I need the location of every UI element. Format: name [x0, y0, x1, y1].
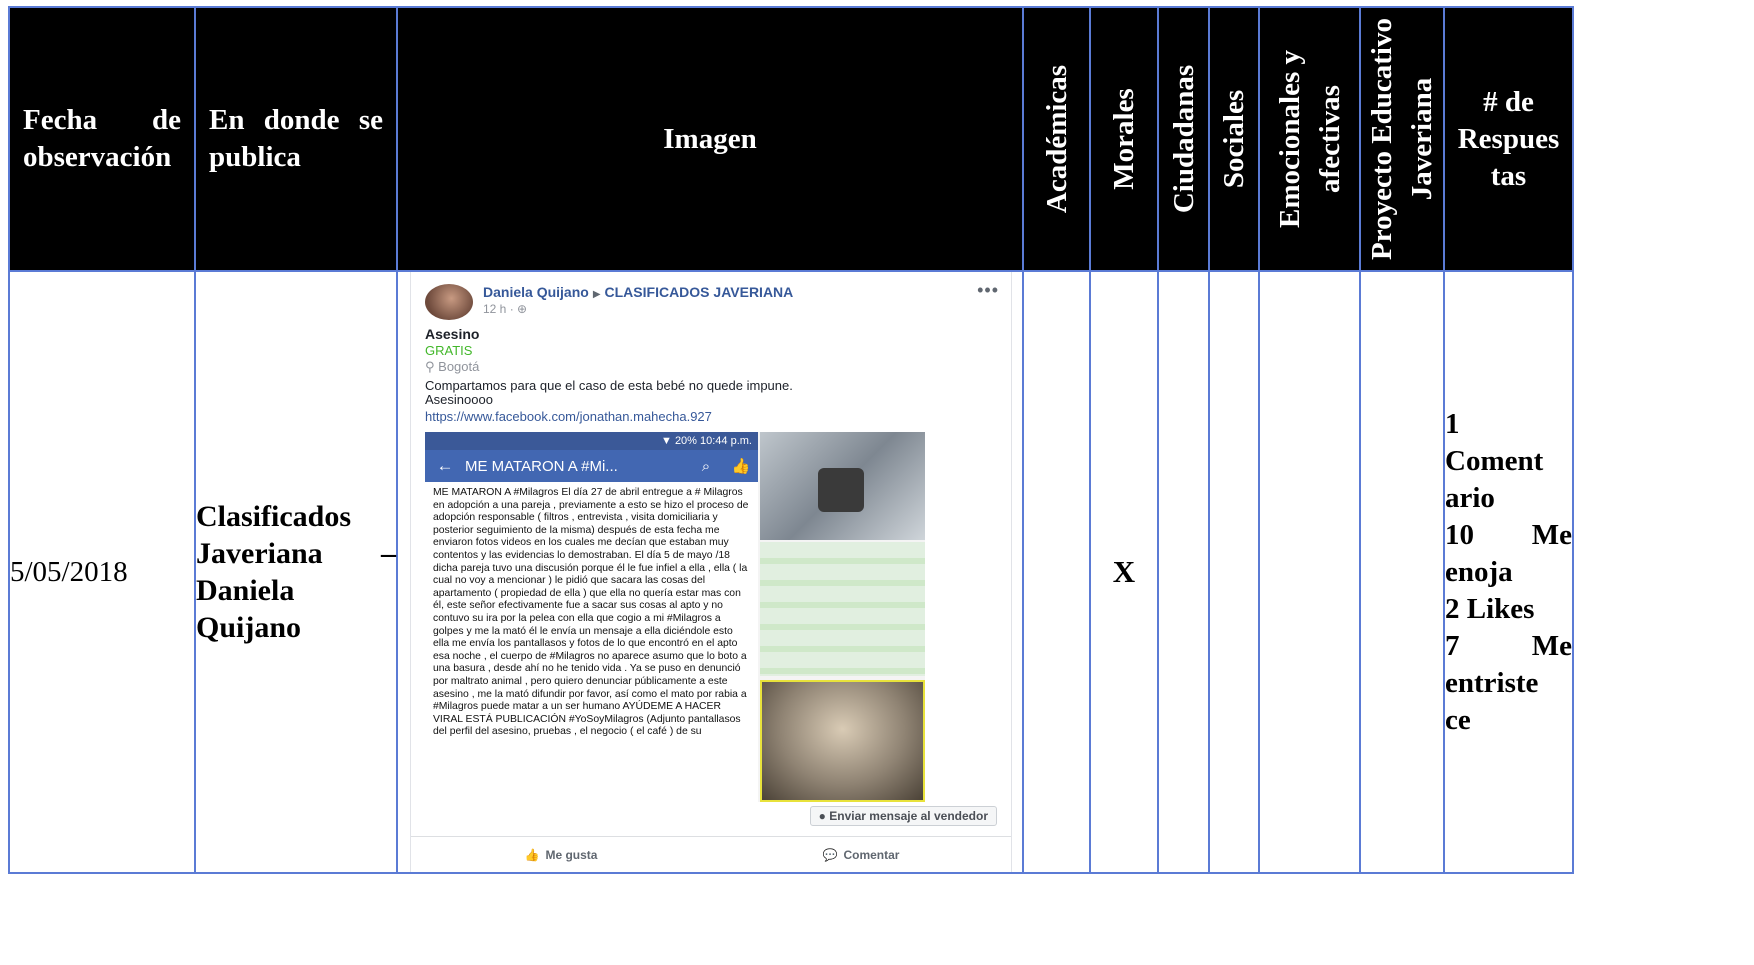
listing-price: GRATIS: [425, 343, 473, 358]
comment-icon: 💬: [822, 848, 838, 862]
cell-fecha: 5/05/2018: [8, 270, 196, 874]
like-button[interactable]: 👍 Me gusta: [411, 837, 711, 871]
profile-screenshot: [760, 432, 925, 540]
cell-emocionales: [1258, 270, 1361, 874]
listing-location: ⚲ Bogotá: [425, 359, 480, 374]
header-fecha: Fecha de observación: [8, 6, 196, 272]
header-academicas: Académicas: [1022, 6, 1091, 272]
cell-lugar: Clasificados Javeriana – Daniela Quijano: [194, 270, 398, 874]
header-respuestas: # de Respues tas: [1443, 6, 1574, 272]
post-screenshot-collage[interactable]: ▼ 20% 10:44 p.m. ← ME MATARON A #Mi... ⌕…: [425, 432, 925, 802]
more-options-icon[interactable]: •••: [977, 280, 999, 301]
cell-proyecto: [1359, 270, 1445, 874]
post-link[interactable]: https://www.facebook.com/jonathan.mahech…: [425, 409, 712, 424]
back-arrow-icon: ←: [436, 456, 454, 475]
post-text: Compartamos para que el caso de esta beb…: [425, 378, 793, 407]
messenger-icon: ●: [818, 809, 826, 823]
cell-morales: X: [1089, 270, 1159, 874]
globe-icon: ⊕: [517, 302, 528, 316]
comment-button[interactable]: 💬 Comentar: [711, 837, 1011, 871]
phone-status-bar: ▼ 20% 10:44 p.m.: [425, 432, 758, 450]
screenshot-thumbnails: [760, 432, 925, 802]
thumbs-up-icon: 👍: [731, 458, 751, 475]
header-row: Fecha de observación En donde se publica…: [8, 6, 1574, 272]
post-actions: 👍 Me gusta 💬 Comentar: [411, 836, 1011, 871]
cell-respuestas: 1 Coment ario 10 Me enoja 2 Likes 7 Me e…: [1443, 270, 1574, 874]
header-emocionales: Emocionales y afectivas: [1258, 6, 1361, 272]
post-time: 12 h · ⊕: [483, 302, 528, 316]
header-imagen: Imagen: [396, 6, 1024, 272]
cell-ciudadanas: [1157, 270, 1210, 874]
message-seller-button[interactable]: ● Enviar mensaje al vendedor: [809, 806, 997, 826]
facebook-post: Daniela Quijano ▶ CLASIFICADOS JAVERIANA 1…: [410, 273, 1012, 871]
header-ciudadanas: Ciudadanas: [1157, 6, 1210, 272]
header-proyecto: Proyecto Educativo Javeriana: [1359, 6, 1445, 272]
chat-screenshot: [760, 542, 925, 676]
listing-title: Asesino: [425, 326, 480, 342]
post-author[interactable]: Daniela Quijano ▶ CLASIFICADOS JAVERIANA: [483, 284, 793, 300]
cell-academicas: [1022, 270, 1091, 874]
avatar[interactable]: [425, 284, 473, 320]
cell-imagen: Daniela Quijano ▶ CLASIFICADOS JAVERIANA 1…: [396, 270, 1024, 874]
arrow-right-icon: ▶: [592, 289, 601, 300]
phone-post-text: ME MATARON A #Milagros El día 27 de abri…: [433, 487, 749, 738]
search-icon: ⌕: [701, 457, 711, 475]
header-lugar: En donde se publica: [194, 6, 398, 272]
header-sociales: Sociales: [1208, 6, 1260, 272]
table-row: 5/05/2018 Clasificados Javeriana – Danie…: [8, 270, 1574, 874]
phone-app-bar: ← ME MATARON A #Mi... ⌕ 👍: [425, 450, 758, 482]
cell-sociales: [1208, 270, 1260, 874]
phone-screenshot: ▼ 20% 10:44 p.m. ← ME MATARON A #Mi... ⌕…: [425, 432, 758, 802]
header-morales: Morales: [1089, 6, 1159, 272]
thumbs-up-icon: 👍: [524, 848, 540, 862]
location-pin-icon: ⚲: [425, 359, 435, 374]
cat-photo: [760, 680, 925, 802]
observation-table: Fecha de observación En donde se publica…: [8, 6, 1574, 874]
